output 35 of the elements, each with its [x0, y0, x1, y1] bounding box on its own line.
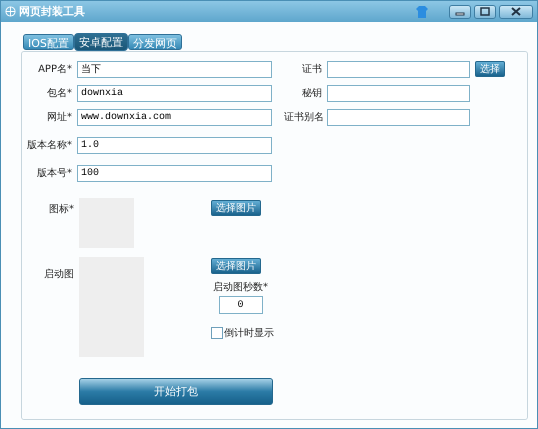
- input-field[interactable]: 1.0: [77, 136, 272, 154]
- field-label: 包名*: [46, 87, 72, 100]
- checkbox-label: 倒计时显示: [224, 326, 274, 340]
- field-label: 秘钥: [301, 87, 322, 100]
- input-field[interactable]: 100: [77, 164, 272, 182]
- close-button[interactable]: [499, 4, 533, 18]
- checkbox[interactable]: [211, 327, 223, 339]
- field-label: 证书别名: [284, 110, 322, 124]
- minimize-button[interactable]: [449, 4, 471, 18]
- input-field[interactable]: 当下: [77, 60, 272, 78]
- choose-image-button[interactable]: 选择图片: [211, 200, 261, 216]
- input-field[interactable]: downxia: [77, 84, 272, 102]
- start-button[interactable]: 开始打包: [79, 378, 273, 405]
- shirt-icon[interactable]: [416, 4, 428, 18]
- window-title: 网页封装工具: [19, 4, 86, 19]
- field-label: 版本名称*: [26, 138, 72, 152]
- input-field[interactable]: [327, 108, 470, 126]
- input-field[interactable]: [327, 84, 470, 102]
- maximize-icon: [480, 7, 490, 16]
- input-field[interactable]: www.downxia.com: [77, 108, 272, 126]
- choose-image-button[interactable]: 选择图片: [211, 258, 261, 274]
- field-label: 证书: [301, 62, 322, 76]
- field-label: 网址*: [46, 110, 72, 124]
- select-button[interactable]: 选择: [475, 61, 505, 77]
- input-field[interactable]: 0: [218, 296, 262, 314]
- field-label: 版本号*: [36, 166, 72, 180]
- maximize-button[interactable]: [474, 4, 496, 18]
- field-label: 启动图: [43, 268, 74, 281]
- field-label: 启动图秒数*: [213, 280, 268, 294]
- tab[interactable]: 安卓配置: [74, 33, 128, 51]
- close-icon: [511, 7, 521, 16]
- input-field[interactable]: [327, 60, 470, 78]
- field-label: 图标*: [48, 202, 74, 216]
- globe-icon: [5, 6, 16, 17]
- field-label: APP名*: [37, 63, 72, 76]
